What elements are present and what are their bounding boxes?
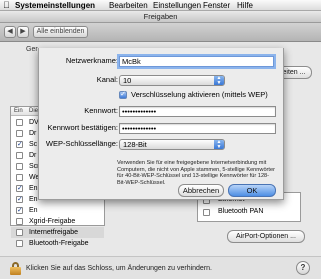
cancel-button[interactable]: Abbrechen	[178, 184, 224, 197]
service-checkbox[interactable]	[16, 152, 23, 159]
window-toolbar: ◀ ▶ Alle einblenden	[0, 23, 321, 42]
preferences-window: Freigaben ◀ ▶ Alle einblenden Ger eiten …	[0, 11, 321, 279]
service-checkbox[interactable]	[16, 174, 23, 181]
network-name-label: Netzwerkname:	[65, 56, 118, 65]
window-title: Freigaben	[143, 12, 178, 21]
service-row[interactable]: Internetfreigabe	[11, 227, 104, 238]
channel-popup[interactable]: 10 ▲ ▼	[119, 75, 225, 86]
service-label: Internetfreigabe	[29, 229, 79, 236]
menu-bearbeiten[interactable]: Bearbeiten	[109, 0, 148, 11]
interface-label: Bluetooth PAN	[218, 208, 264, 215]
service-checkbox[interactable]	[16, 218, 23, 225]
forward-button[interactable]: ▶	[17, 26, 29, 38]
service-label: Dr	[29, 130, 37, 137]
computer-name-label: Ger	[26, 46, 38, 53]
lock-icon[interactable]	[10, 262, 21, 275]
service-checkbox[interactable]	[16, 119, 23, 126]
menu-hilfe[interactable]: Hilfe	[237, 0, 253, 11]
encryption-checkbox[interactable]: ✓	[119, 91, 127, 99]
header-on: Ein	[14, 108, 23, 114]
service-row[interactable]: Xgrid-Freigabe	[11, 216, 104, 227]
status-bar: Klicken Sie auf das Schloss, um Änderung…	[0, 256, 321, 279]
service-checkbox[interactable]: ✓	[16, 141, 23, 148]
service-label: Bluetooth-Freigabe	[29, 240, 89, 247]
service-row[interactable]: Bluetooth-Freigabe	[11, 238, 104, 249]
wep-length-label: WEP-Schlüssellänge:	[45, 139, 118, 148]
menu-einstellungen[interactable]: Einstellungen	[153, 0, 201, 11]
ok-button[interactable]: OK	[228, 184, 276, 197]
encryption-label: Verschlüsselung aktivieren (mittels WEP)	[131, 90, 268, 99]
menu-systemeinstellungen[interactable]: Systemeinstellungen	[15, 0, 95, 11]
wep-length-popup[interactable]: 128-Bit ▲ ▼	[119, 139, 225, 150]
lock-status-text: Klicken Sie auf das Schloss, um Änderung…	[26, 265, 212, 272]
menu-bar:  Systemeinstellungen Bearbeiten Einstel…	[0, 0, 321, 11]
service-label: En	[29, 196, 38, 203]
back-button[interactable]: ◀	[4, 26, 16, 38]
service-checkbox[interactable]: ✓	[16, 207, 23, 214]
airport-options-button[interactable]: AirPort-Optionen ...	[227, 230, 305, 243]
wep-length-value: 128-Bit	[123, 140, 147, 149]
interface-checkbox[interactable]	[203, 209, 210, 216]
menu-fenster[interactable]: Fenster	[203, 0, 230, 11]
service-checkbox[interactable]	[16, 130, 23, 137]
service-label: En	[29, 185, 38, 192]
interface-row-bluetooth[interactable]: Bluetooth PAN	[198, 207, 300, 217]
service-checkbox[interactable]	[16, 229, 23, 236]
apple-menu-icon[interactable]: 	[3, 0, 10, 11]
wep-help-text: Verwenden Sie für eine freigegebene Inte…	[117, 160, 275, 186]
popup-arrows-icon: ▲ ▼	[214, 140, 224, 149]
show-all-button[interactable]: Alle einblenden	[33, 26, 88, 38]
service-label: Xgrid-Freigabe	[29, 218, 76, 225]
service-label: Sc	[29, 141, 38, 148]
network-name-field[interactable]: McBk	[119, 56, 274, 67]
channel-value: 10	[123, 76, 132, 85]
confirm-password-label: Kennwort bestätigen:	[47, 123, 118, 132]
channel-label: Kanal:	[96, 75, 118, 84]
password-label: Kennwort:	[84, 106, 118, 115]
confirm-password-field[interactable]: •••••••••••••	[119, 123, 276, 134]
service-checkbox[interactable]: ✓	[16, 185, 23, 192]
help-button[interactable]: ?	[296, 261, 310, 275]
window-titlebar: Freigaben	[0, 11, 321, 23]
popup-arrows-icon: ▲ ▼	[214, 76, 224, 85]
service-checkbox[interactable]: ✓	[16, 196, 23, 203]
airport-settings-sheet: Netzwerkname: McBk Kanal: 10 ▲ ▼ ✓ Versch…	[38, 48, 284, 200]
password-field[interactable]: •••••••••••••	[119, 106, 276, 117]
service-row[interactable]: ✓ En	[11, 205, 104, 216]
service-label: Dr	[29, 152, 37, 159]
service-checkbox[interactable]	[16, 240, 23, 247]
service-label: En	[29, 207, 38, 214]
service-checkbox[interactable]	[16, 163, 23, 170]
